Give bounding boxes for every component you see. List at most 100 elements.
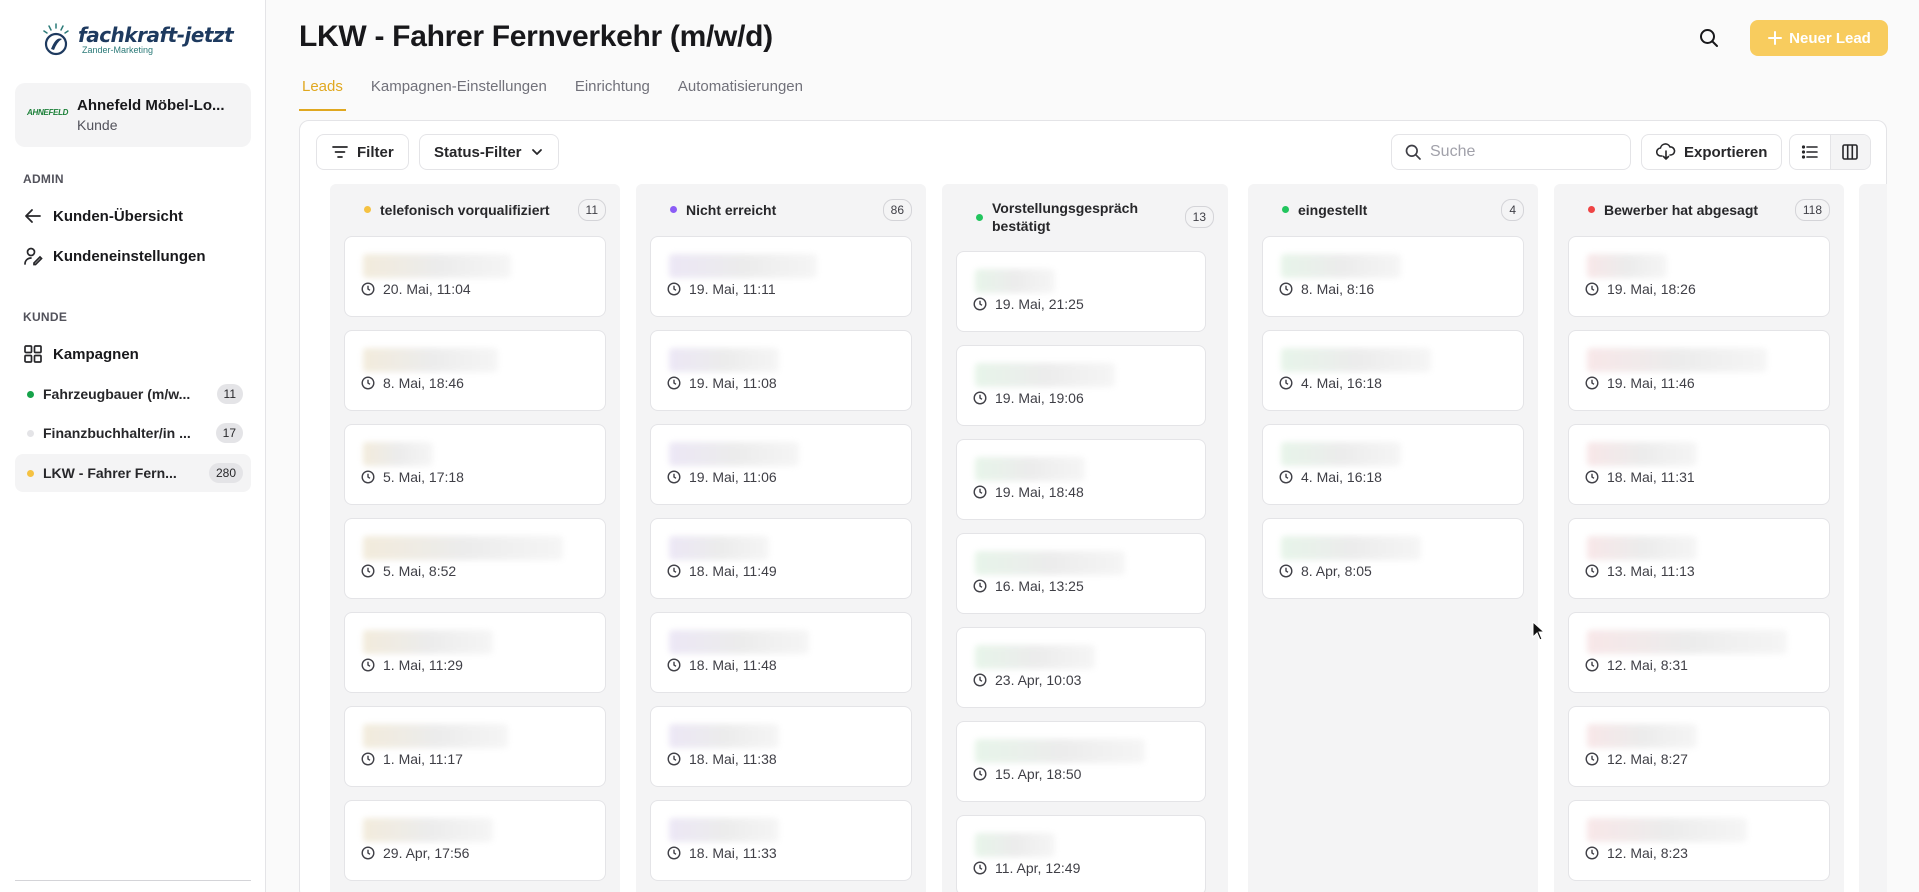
lead-card[interactable]: 18. Mai, 11:33 bbox=[650, 800, 912, 881]
redacted-name bbox=[975, 269, 1055, 293]
redacted-name bbox=[1587, 536, 1697, 560]
kanban-view-button[interactable] bbox=[1829, 135, 1870, 169]
lead-card[interactable]: 23. Apr, 10:03 bbox=[956, 627, 1206, 708]
lead-card[interactable]: 5. Mai, 17:18 bbox=[344, 424, 606, 505]
column-header: Vorstellungsgespräch bestätigt 13 bbox=[942, 184, 1228, 250]
lead-card[interactable]: 19. Mai, 19:06 bbox=[956, 345, 1206, 426]
card-timestamp: 19. Mai, 18:48 bbox=[973, 484, 1084, 500]
clock-icon bbox=[1585, 658, 1599, 672]
client-selector[interactable]: AHNEFELD Ahnefeld Möbel-Lo... Kunde bbox=[15, 83, 251, 147]
campaign-item-active[interactable]: LKW - Fahrer Fern... 280 bbox=[15, 454, 251, 492]
card-time-label: 18. Mai, 11:31 bbox=[1607, 469, 1695, 485]
lead-card[interactable]: 19. Mai, 18:26 bbox=[1568, 236, 1830, 317]
lead-card[interactable]: 4. Mai, 16:18 bbox=[1262, 330, 1524, 411]
search-button[interactable] bbox=[1697, 26, 1721, 50]
campaign-count: 17 bbox=[215, 423, 243, 443]
card-timestamp: 23. Apr, 10:03 bbox=[973, 672, 1081, 688]
cloud-download-icon bbox=[1656, 143, 1676, 160]
column-title: telefonisch vorqualifiziert bbox=[380, 201, 550, 218]
card-timestamp: 4. Mai, 16:18 bbox=[1279, 375, 1382, 391]
lead-card[interactable]: 29. Apr, 17:56 bbox=[344, 800, 606, 881]
redacted-name bbox=[363, 254, 511, 278]
lead-card[interactable]: 19. Mai, 21:25 bbox=[956, 251, 1206, 332]
lead-card[interactable]: 19. Mai, 11:08 bbox=[650, 330, 912, 411]
clock-icon bbox=[1585, 470, 1599, 484]
search-input[interactable] bbox=[1430, 143, 1620, 161]
lead-card[interactable]: 18. Mai, 11:31 bbox=[1568, 424, 1830, 505]
export-button[interactable]: Exportieren bbox=[1641, 134, 1783, 170]
grid-icon bbox=[24, 345, 42, 363]
nav-kampagnen[interactable]: Kampagnen bbox=[23, 344, 139, 364]
card-time-label: 12. Mai, 8:27 bbox=[1607, 751, 1688, 767]
filter-button[interactable]: Filter bbox=[316, 134, 409, 170]
tab-leads[interactable]: Leads bbox=[299, 78, 346, 111]
lead-card[interactable]: 20. Mai, 11:04 bbox=[344, 236, 606, 317]
lead-card[interactable]: 12. Mai, 8:23 bbox=[1568, 800, 1830, 881]
logo[interactable]: fachkraft-jetzt Zander-Marketing bbox=[40, 22, 234, 56]
redacted-name bbox=[669, 442, 799, 466]
filter-icon bbox=[332, 146, 348, 158]
plus-icon bbox=[1768, 31, 1783, 45]
lead-card[interactable]: 19. Mai, 18:48 bbox=[956, 439, 1206, 520]
clock-icon bbox=[973, 579, 987, 593]
campaign-item[interactable]: Finanzbuchhalter/in ... 17 bbox=[15, 414, 251, 452]
clock-icon bbox=[1585, 564, 1599, 578]
kanban-board: Filter Status-Filter Exportieren telefon… bbox=[299, 120, 1887, 892]
lead-card[interactable]: 18. Mai, 11:38 bbox=[650, 706, 912, 787]
lead-card[interactable]: 19. Mai, 11:06 bbox=[650, 424, 912, 505]
status-dot bbox=[27, 469, 34, 477]
column-header: Nicht erreicht 86 bbox=[636, 184, 926, 236]
lead-card[interactable]: 8. Mai, 18:46 bbox=[344, 330, 606, 411]
clock-icon bbox=[667, 846, 681, 860]
card-time-label: 18. Mai, 11:48 bbox=[689, 657, 777, 673]
lead-card[interactable]: 15. Apr, 18:50 bbox=[956, 721, 1206, 802]
lead-card[interactable]: 8. Apr, 8:05 bbox=[1262, 518, 1524, 599]
card-time-label: 4. Mai, 16:18 bbox=[1301, 375, 1382, 391]
mouse-cursor-icon bbox=[1532, 621, 1546, 641]
card-timestamp: 8. Mai, 8:16 bbox=[1279, 281, 1374, 297]
lead-card[interactable]: 11. Apr, 12:49 bbox=[956, 815, 1206, 892]
nav-kundeneinstellungen[interactable]: Kundeneinstellungen bbox=[23, 246, 206, 266]
lead-card[interactable]: 12. Mai, 8:31 bbox=[1568, 612, 1830, 693]
redacted-name bbox=[1281, 348, 1431, 372]
lead-card[interactable]: 16. Mai, 13:25 bbox=[956, 533, 1206, 614]
status-filter-dropdown[interactable]: Status-Filter bbox=[419, 134, 559, 170]
status-dot bbox=[27, 429, 34, 437]
lead-card[interactable]: 4. Mai, 16:18 bbox=[1262, 424, 1524, 505]
clock-icon bbox=[973, 673, 987, 687]
tab-automatisierungen[interactable]: Automatisierungen bbox=[675, 78, 806, 111]
card-time-label: 23. Apr, 10:03 bbox=[995, 672, 1082, 688]
lead-card[interactable]: 13. Mai, 11:13 bbox=[1568, 518, 1830, 599]
tab-einrichtung[interactable]: Einrichtung bbox=[572, 78, 653, 111]
search-field[interactable] bbox=[1391, 134, 1631, 170]
redacted-name bbox=[975, 645, 1095, 669]
new-lead-button[interactable]: Neuer Lead bbox=[1750, 20, 1888, 56]
card-timestamp: 13. Mai, 11:13 bbox=[1585, 563, 1695, 579]
redacted-name bbox=[975, 551, 1125, 575]
redacted-name bbox=[1281, 254, 1401, 278]
card-timestamp: 19. Mai, 11:11 bbox=[667, 281, 776, 297]
nav-kunden-uebersicht[interactable]: Kunden-Übersicht bbox=[23, 206, 183, 226]
lead-card[interactable]: 8. Mai, 8:16 bbox=[1262, 236, 1524, 317]
campaign-count: 11 bbox=[216, 384, 243, 404]
card-timestamp: 8. Apr, 8:05 bbox=[1279, 563, 1372, 579]
list-view-button[interactable] bbox=[1790, 135, 1830, 169]
clock-icon bbox=[973, 767, 987, 781]
lead-card[interactable]: 1. Mai, 11:17 bbox=[344, 706, 606, 787]
lead-card[interactable]: 5. Mai, 8:52 bbox=[344, 518, 606, 599]
lead-card[interactable]: 19. Mai, 11:11 bbox=[650, 236, 912, 317]
clock-icon bbox=[361, 470, 375, 484]
card-timestamp: 1. Mai, 11:29 bbox=[361, 657, 463, 673]
redacted-name bbox=[1587, 818, 1747, 842]
lead-card[interactable]: 19. Mai, 11:46 bbox=[1568, 330, 1830, 411]
lead-card[interactable]: 18. Mai, 11:48 bbox=[650, 612, 912, 693]
redacted-name bbox=[669, 348, 779, 372]
column-title: Bewerber hat abgesagt bbox=[1604, 201, 1759, 218]
tab-kampagnen-einstellungen[interactable]: Kampagnen-Einstellungen bbox=[368, 78, 550, 111]
lead-card[interactable]: 18. Mai, 11:49 bbox=[650, 518, 912, 599]
card-time-label: 8. Mai, 18:46 bbox=[383, 375, 464, 391]
lead-card[interactable]: 1. Mai, 11:29 bbox=[344, 612, 606, 693]
campaign-item[interactable]: Fahrzeugbauer (m/w... 11 bbox=[15, 375, 251, 413]
lead-card[interactable]: 12. Mai, 8:27 bbox=[1568, 706, 1830, 787]
column-title: Vorstellungsgespräch bestätigt bbox=[992, 199, 1139, 234]
